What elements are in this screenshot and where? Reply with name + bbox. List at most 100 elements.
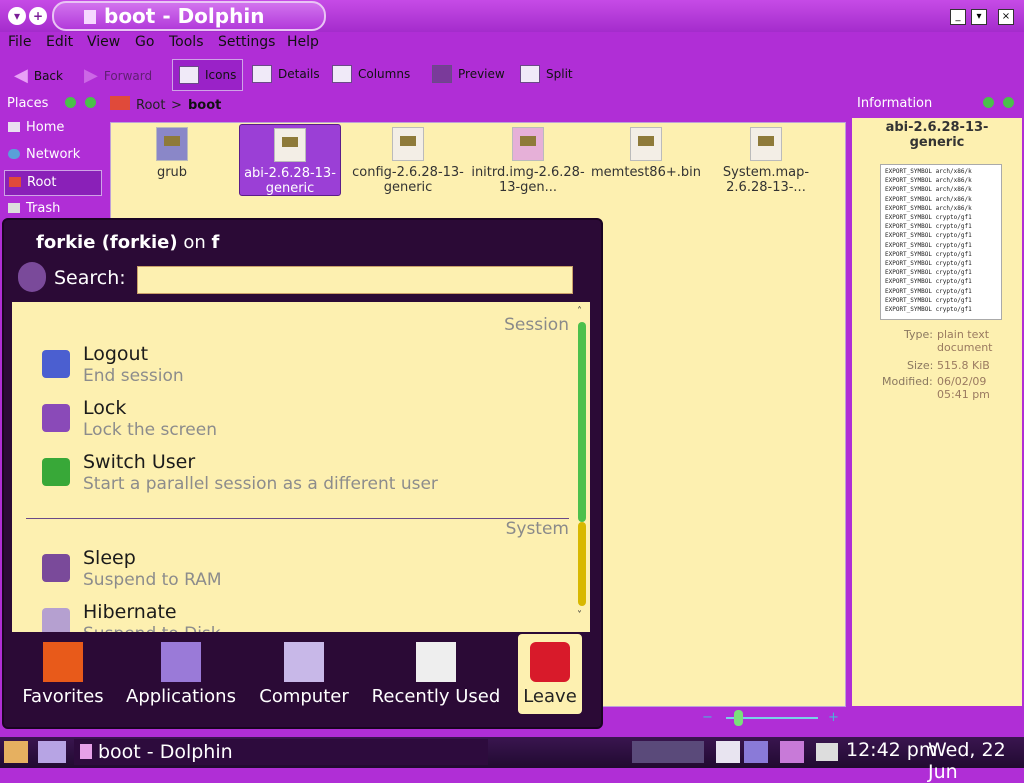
switch-user-icon bbox=[42, 458, 70, 486]
icons-view-icon bbox=[179, 66, 199, 84]
file-item[interactable]: grub bbox=[113, 127, 231, 180]
panel-float-icon[interactable] bbox=[65, 97, 76, 108]
menu-tools[interactable]: Tools bbox=[169, 34, 204, 50]
file-item[interactable]: abi-2.6.28-13-generic bbox=[239, 124, 341, 196]
icons-view-button[interactable]: Icons bbox=[172, 59, 244, 91]
preview-line: EXPORT_SYMBOL arch/x86/k bbox=[885, 204, 972, 212]
toolbar: ◀ Back ▶ Forward Icons Details Columns Pre… bbox=[0, 56, 1024, 92]
panel-close-icon[interactable] bbox=[85, 97, 96, 108]
sticky-icon[interactable]: + bbox=[29, 7, 47, 25]
tab-favorites[interactable]: Favorites bbox=[12, 634, 114, 714]
list-item-switch-user[interactable]: Switch User Start a parallel session as … bbox=[12, 450, 572, 500]
document-icon bbox=[80, 744, 92, 759]
information-title: Information bbox=[857, 96, 933, 111]
tab-recently-used[interactable]: Recently Used bbox=[366, 634, 506, 714]
menu-file[interactable]: File bbox=[8, 34, 31, 50]
list-item-hibernate[interactable]: Hibernate Suspend to Disk bbox=[12, 600, 572, 632]
menu-settings[interactable]: Settings bbox=[218, 34, 275, 50]
list-scrollbar[interactable]: ˄ ˅ bbox=[577, 306, 587, 628]
details-view-button[interactable]: Details bbox=[252, 65, 320, 83]
breadcrumb-current[interactable]: boot bbox=[188, 98, 221, 113]
menu-help[interactable]: Help bbox=[287, 34, 319, 50]
task-title: boot - Dolphin bbox=[98, 741, 233, 763]
forward-button[interactable]: ▶ Forward bbox=[84, 65, 152, 86]
minimize-button[interactable]: _ bbox=[950, 9, 966, 25]
trash-icon bbox=[8, 203, 20, 213]
taskbar: boot - Dolphin 12:42 pm Wed, 22 Jun bbox=[0, 737, 1024, 783]
info-modified-label: Modified: bbox=[882, 375, 933, 388]
list-item-logout[interactable]: Logout End session bbox=[12, 342, 572, 392]
info-size-label: Size: bbox=[907, 359, 934, 372]
list-item-sleep[interactable]: Sleep Suspend to RAM bbox=[12, 546, 572, 596]
back-arrow-icon: ◀ bbox=[14, 65, 28, 86]
zoom-slider[interactable]: − + bbox=[702, 708, 847, 728]
menubar: File Edit View Go Tools Settings Help bbox=[0, 32, 1024, 54]
file-item[interactable]: initrd.img-2.6.28-13-gen... bbox=[469, 127, 587, 195]
panel-close-icon[interactable] bbox=[1003, 97, 1014, 108]
kickoff-tabs: Favorites Applications Computer Recently… bbox=[12, 634, 588, 714]
kickoff-launcher-icon[interactable] bbox=[4, 741, 28, 763]
item-title: Lock bbox=[83, 397, 127, 419]
search-input[interactable] bbox=[137, 266, 573, 294]
home-icon bbox=[8, 122, 20, 132]
date[interactable]: Wed, 22 Jun bbox=[928, 739, 1024, 783]
network-tray-icon[interactable] bbox=[780, 741, 804, 763]
section-session: Session bbox=[504, 315, 569, 335]
file-item[interactable]: System.map-2.6.28-13-... bbox=[707, 127, 825, 195]
power-tray-icon[interactable] bbox=[816, 743, 838, 761]
menu-edit[interactable]: Edit bbox=[46, 34, 73, 50]
details-label: Details bbox=[278, 67, 320, 81]
scroll-up-icon[interactable]: ˄ bbox=[577, 306, 582, 317]
task-button[interactable]: boot - Dolphin bbox=[74, 739, 488, 765]
file-preview: EXPORT_SYMBOL arch/x86/k EXPORT_SYMBOL ar… bbox=[880, 164, 1002, 320]
close-button[interactable]: × bbox=[998, 9, 1014, 25]
back-button[interactable]: ◀ Back bbox=[14, 65, 63, 86]
item-subtitle: Suspend to RAM bbox=[83, 570, 222, 590]
sleep-icon bbox=[42, 554, 70, 582]
zoom-out-icon[interactable]: − bbox=[702, 710, 713, 725]
place-home[interactable]: Home bbox=[4, 116, 100, 140]
pager[interactable] bbox=[632, 741, 704, 763]
file-item[interactable]: config-2.6.28-13-generic bbox=[349, 127, 467, 195]
scrollbar-thumb[interactable] bbox=[578, 322, 586, 522]
item-title: Hibernate bbox=[83, 601, 177, 623]
forward-arrow-icon: ▶ bbox=[84, 65, 98, 86]
zoom-in-icon[interactable]: + bbox=[828, 710, 839, 725]
recently-used-icon bbox=[416, 642, 456, 682]
tab-applications[interactable]: Applications bbox=[120, 634, 242, 714]
split-button[interactable]: Split bbox=[520, 65, 573, 83]
menu-go[interactable]: Go bbox=[135, 34, 154, 50]
columns-view-button[interactable]: Columns bbox=[332, 65, 410, 83]
clock[interactable]: 12:42 pm bbox=[846, 739, 937, 761]
panel-float-icon[interactable] bbox=[983, 97, 994, 108]
place-network[interactable]: Network bbox=[4, 143, 100, 167]
clipboard-icon[interactable] bbox=[716, 741, 740, 763]
preview-button[interactable]: Preview bbox=[432, 65, 505, 83]
columns-view-icon bbox=[332, 65, 352, 83]
split-icon bbox=[520, 65, 540, 83]
preview-line: EXPORT_SYMBOL crypto/gf1 bbox=[885, 278, 972, 286]
document-icon bbox=[84, 10, 96, 24]
item-subtitle: Suspend to Disk bbox=[83, 624, 221, 632]
window-menu-icon[interactable]: ▾ bbox=[8, 7, 26, 25]
info-type-value: plain text document bbox=[937, 328, 993, 354]
tab-leave[interactable]: Leave bbox=[518, 634, 582, 714]
maximize-button[interactable]: ▾ bbox=[971, 9, 987, 25]
list-item-lock[interactable]: Lock Lock the screen bbox=[12, 396, 572, 446]
preview-line: EXPORT_SYMBOL crypto/gf1 bbox=[885, 269, 972, 277]
dolphin-launcher-icon[interactable] bbox=[38, 741, 66, 763]
binary-file-icon bbox=[630, 127, 662, 161]
window-title: boot - Dolphin bbox=[52, 1, 326, 31]
notification-icon[interactable] bbox=[744, 741, 768, 763]
file-item[interactable]: memtest86+.bin bbox=[587, 127, 705, 180]
menu-view[interactable]: View bbox=[87, 34, 120, 50]
preview-line: EXPORT_SYMBOL crypto/gf1 bbox=[885, 296, 972, 304]
breadcrumb-root[interactable]: Root bbox=[136, 98, 165, 113]
zoom-handle[interactable] bbox=[734, 710, 743, 726]
scroll-down-icon[interactable]: ˅ bbox=[577, 610, 582, 621]
tab-computer[interactable]: Computer bbox=[252, 634, 356, 714]
file-name: initrd.img-2.6.28-13-gen... bbox=[471, 165, 585, 195]
file-name: System.map-2.6.28-13-... bbox=[722, 165, 810, 195]
place-root[interactable]: Root bbox=[4, 170, 102, 196]
item-title: Sleep bbox=[83, 547, 136, 569]
